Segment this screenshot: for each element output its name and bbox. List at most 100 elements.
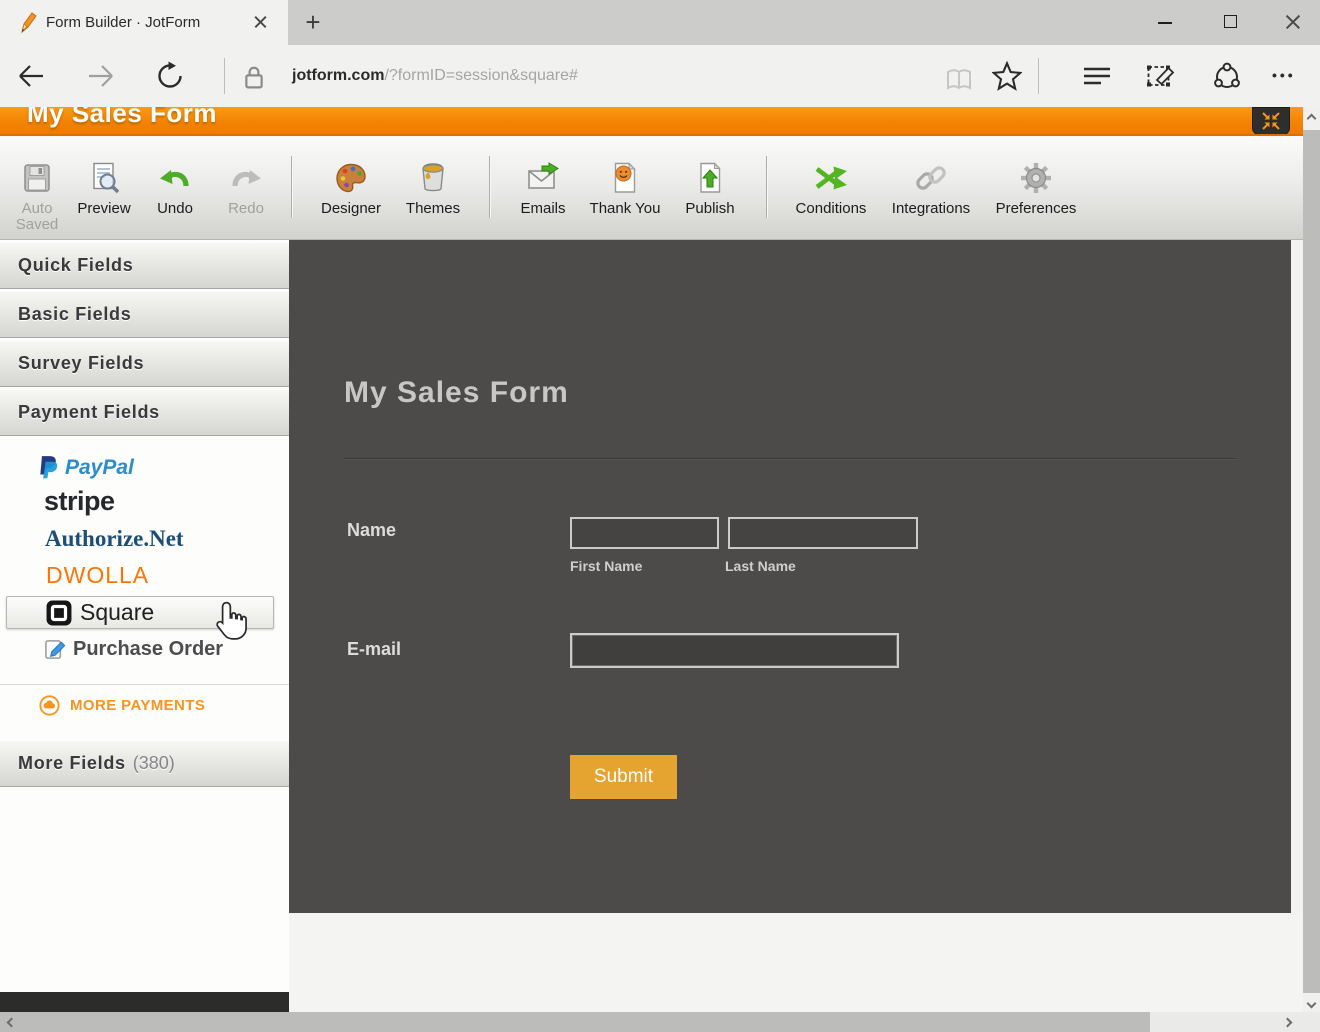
payment-label: Square xyxy=(80,599,155,625)
more-payments-cloud-icon xyxy=(39,695,60,716)
toolbar-divider xyxy=(489,156,490,218)
toolbar-themes-button[interactable]: Themes xyxy=(401,160,465,217)
more-payments-label: MORE PAYMENTS xyxy=(70,697,206,714)
sidebar-section-more-fields[interactable]: More Fields (380) xyxy=(0,740,289,787)
redo-icon xyxy=(232,170,261,187)
forward-button[interactable] xyxy=(86,61,116,91)
name-field-label: Name xyxy=(347,520,397,540)
new-tab-button[interactable]: + xyxy=(300,9,326,36)
navigation-bar: jotform.com/?formID=session&square# ••• xyxy=(0,45,1320,107)
vertical-scrollbar-thumb[interactable] xyxy=(1303,130,1320,993)
paypal-logo-icon xyxy=(40,456,58,479)
scroll-left-button[interactable] xyxy=(2,1012,20,1032)
horizontal-scrollbar-thumb[interactable] xyxy=(0,1012,1150,1032)
sidebar-section-survey-fields[interactable]: Survey Fields xyxy=(0,340,289,387)
close-window-button[interactable] xyxy=(1270,0,1316,45)
toolbar-divider xyxy=(766,156,767,218)
browser-window: Form Builder · JotForm + jotform.com/?fo… xyxy=(0,0,1320,1032)
last-name-sublabel: Last Name xyxy=(725,558,796,574)
form-canvas: My Sales Form Name First Name Last Name … xyxy=(289,240,1291,913)
thank-you-page-icon xyxy=(614,162,636,193)
nav-divider xyxy=(224,58,225,94)
toolbar-preferences-button[interactable]: Preferences xyxy=(988,160,1084,217)
section-label: Quick Fields xyxy=(18,255,134,275)
refresh-button[interactable] xyxy=(155,61,185,91)
collapse-toolbar-button[interactable] xyxy=(1252,107,1290,134)
scroll-right-button[interactable] xyxy=(1278,1012,1296,1032)
conditions-arrows-icon xyxy=(815,166,847,190)
paint-bucket-icon xyxy=(422,163,444,192)
last-name-input[interactable] xyxy=(728,517,918,549)
section-label: Basic Fields xyxy=(18,304,132,324)
toolbar-preview-button[interactable]: Preview xyxy=(72,160,136,217)
sidebar-section-quick-fields[interactable]: Quick Fields xyxy=(0,242,289,289)
canvas-gutter xyxy=(1291,240,1303,913)
palette-icon xyxy=(336,163,366,193)
toolbar-emails-button[interactable]: Emails xyxy=(515,160,571,217)
vertical-scrollbar[interactable] xyxy=(1303,107,1320,1012)
sidebar-section-payment-fields[interactable]: Payment Fields xyxy=(0,389,289,436)
back-button[interactable] xyxy=(16,61,46,91)
minimize-button[interactable] xyxy=(1142,0,1188,45)
browser-tab[interactable]: Form Builder · JotForm xyxy=(0,0,288,45)
form-header-title: My Sales Form xyxy=(27,107,218,128)
gear-icon xyxy=(1021,163,1051,193)
toolbar-designer-button[interactable]: Designer xyxy=(317,160,385,217)
payment-label: Authorize.Net xyxy=(45,526,184,551)
more-payments-button[interactable]: MORE PAYMENTS xyxy=(39,695,205,716)
toolbar-thank-you-button[interactable]: Thank You xyxy=(583,160,667,217)
purchase-order-icon xyxy=(45,640,66,659)
payment-item-authorize-net[interactable]: Authorize.Net xyxy=(45,526,184,552)
toolbar-redo-button[interactable]: Redo xyxy=(217,160,275,217)
reading-view-icon[interactable] xyxy=(944,65,974,95)
payment-item-stripe[interactable]: stripe xyxy=(44,486,115,517)
first-name-input[interactable] xyxy=(570,517,719,549)
first-name-sublabel: First Name xyxy=(570,558,643,574)
square-logo-icon xyxy=(46,600,72,625)
email-input[interactable] xyxy=(570,633,899,668)
sidebar-footer-strip xyxy=(0,992,289,1012)
jotform-favicon-icon xyxy=(21,12,37,34)
undo-icon xyxy=(160,170,189,187)
hub-icon[interactable] xyxy=(1082,61,1112,91)
toolbar-publish-button[interactable]: Publish xyxy=(680,160,740,217)
favorites-star-icon[interactable] xyxy=(992,61,1022,91)
address-bar[interactable]: jotform.com/?formID=session&square# xyxy=(292,67,578,85)
email-field-label: E-mail xyxy=(347,639,402,659)
form-title-divider xyxy=(344,458,1236,459)
lock-icon xyxy=(245,66,263,89)
url-path: /?formID=session&square# xyxy=(384,67,578,84)
email-envelope-icon xyxy=(528,162,559,189)
share-icon[interactable] xyxy=(1212,61,1242,91)
payment-label: DWOLLA xyxy=(46,562,150,588)
payment-label: Purchase Order xyxy=(73,638,224,660)
web-note-icon[interactable] xyxy=(1146,61,1176,91)
submit-button[interactable]: Submit xyxy=(570,755,677,799)
payment-item-dwolla[interactable]: DWOLLA xyxy=(46,562,149,589)
builder-toolbar: Auto Saved Preview Undo Redo Designer Th… xyxy=(0,136,1303,240)
scroll-down-button[interactable] xyxy=(1303,994,1320,1012)
tab-close-icon[interactable] xyxy=(252,14,269,31)
more-fields-count: (380) xyxy=(132,753,175,773)
toolbar-conditions-button[interactable]: Conditions xyxy=(791,160,871,217)
section-label: Survey Fields xyxy=(18,353,145,373)
sidebar-section-basic-fields[interactable]: Basic Fields xyxy=(0,291,289,338)
form-title[interactable]: My Sales Form xyxy=(344,376,569,410)
page-background xyxy=(289,913,1303,1012)
payment-item-paypal[interactable]: PayPal xyxy=(38,455,134,481)
hand-cursor xyxy=(216,601,247,640)
tab-title: Form Builder · JotForm xyxy=(46,14,201,31)
toolbar-divider xyxy=(291,156,292,218)
more-actions-button[interactable]: ••• xyxy=(1272,67,1296,83)
horizontal-scrollbar[interactable] xyxy=(0,1012,1303,1032)
payment-label: stripe xyxy=(44,486,115,516)
maximize-button[interactable] xyxy=(1208,0,1254,45)
toolbar-undo-button[interactable]: Undo xyxy=(146,160,204,217)
tab-bar: Form Builder · JotForm + xyxy=(0,0,1320,45)
payment-item-purchase-order[interactable]: Purchase Order xyxy=(44,638,223,661)
toolbar-integrations-button[interactable]: Integrations xyxy=(886,160,976,217)
section-label: Payment Fields xyxy=(18,402,160,422)
scroll-up-button[interactable] xyxy=(1303,107,1320,129)
save-floppy-icon xyxy=(24,164,50,192)
preview-icon xyxy=(93,162,120,194)
